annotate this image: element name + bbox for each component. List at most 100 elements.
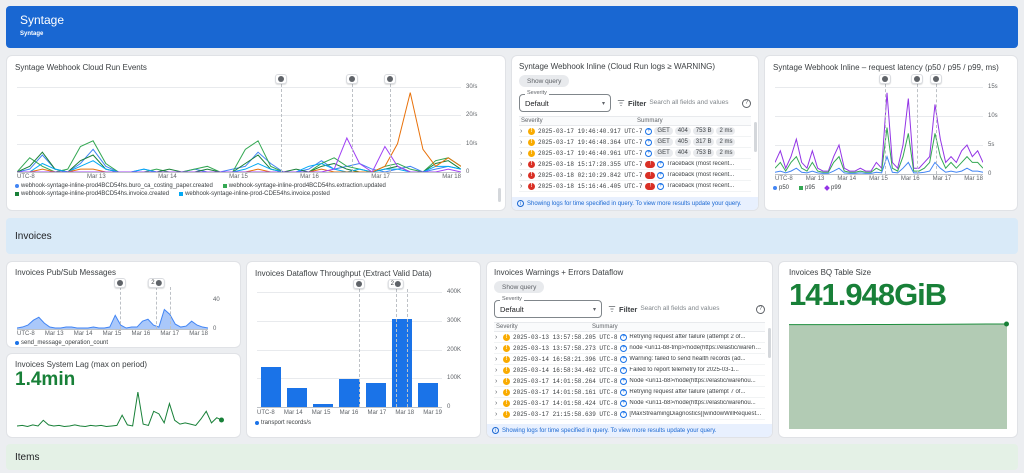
expand-chevron-icon[interactable]: › — [520, 172, 525, 179]
legend-item[interactable]: transport records/s — [255, 420, 311, 426]
info-icon: i — [517, 200, 524, 207]
expand-plus-icon[interactable]: + — [645, 127, 653, 135]
bar[interactable] — [417, 382, 438, 407]
event-marker-badge[interactable] — [930, 74, 943, 84]
expand-plus-icon[interactable]: + — [645, 149, 653, 157]
expand-chevron-icon[interactable]: › — [495, 345, 500, 352]
log-row[interactable]: ›! 2025-03-14 16:58:34.462 UTC-8 + Failed t… — [494, 365, 765, 376]
event-marker-badge[interactable]: 2 — [387, 279, 404, 289]
bar[interactable] — [365, 382, 386, 407]
section-header-items[interactable]: Items — [6, 444, 1018, 470]
log-row[interactable]: ›! 2025-03-17 21:15:58.639 UTC-8 + [MaxStre… — [494, 409, 765, 420]
severity-select[interactable]: Severity Default ▾ — [519, 90, 611, 112]
log-row[interactable]: ›! 2025-03-18 15:16:46.405 UTC-7! + Traceba… — [519, 181, 751, 192]
logs-scrollbar[interactable] — [754, 122, 757, 152]
legend-item[interactable]: p50 — [773, 185, 789, 191]
expand-plus-icon[interactable]: + — [657, 160, 665, 168]
bar[interactable] — [261, 367, 282, 407]
bar[interactable] — [313, 403, 334, 407]
expand-chevron-icon[interactable]: › — [495, 400, 500, 407]
expand-plus-icon[interactable]: + — [620, 344, 628, 352]
expand-chevron-icon[interactable]: › — [495, 356, 500, 363]
expand-chevron-icon[interactable]: › — [520, 139, 525, 146]
legend-label: p95 — [805, 185, 816, 191]
event-marker-badge[interactable] — [352, 279, 365, 289]
expand-chevron-icon[interactable]: › — [495, 389, 500, 396]
expand-plus-icon[interactable]: + — [620, 366, 628, 374]
log-row[interactable]: ›! 2025-03-17 19:46:40.917 UTC-7 + GET 404 75… — [519, 126, 751, 137]
legend-item[interactable]: webhook-syntage-inline-prod4BCD54hs.invo… — [15, 191, 169, 197]
expand-chevron-icon[interactable]: › — [520, 150, 525, 157]
event-marker-line — [406, 289, 408, 407]
event-marker-badge[interactable] — [911, 74, 924, 84]
expand-plus-icon[interactable]: + — [620, 399, 628, 407]
log-row[interactable]: ›! 2025-03-17 19:46:48.364 UTC-7 + GET 405 31… — [519, 137, 751, 148]
search-input[interactable]: Search all fields and values — [649, 99, 739, 107]
legend-item[interactable]: webhook-syntage-inline-prod-CDE54hs.invo… — [179, 191, 330, 197]
log-row[interactable]: ›! 2025-03-13 13:57:58.205 UTC-8 + Retrying… — [494, 332, 765, 343]
log-row[interactable]: ›! 2025-03-17 14:01:58.264 UTC-8 + Node <ur… — [494, 376, 765, 387]
x-axis-tick-label: Mar 19 — [423, 410, 442, 416]
legend-scrollbar[interactable] — [498, 188, 501, 202]
bar[interactable] — [391, 319, 412, 407]
expand-plus-icon[interactable]: + — [620, 333, 628, 341]
expand-plus-icon[interactable]: + — [645, 138, 653, 146]
event-marker-badge[interactable]: 2 — [148, 278, 165, 288]
log-row[interactable]: ›! 2025-03-18 02:10:29.842 UTC-7! + Traceba… — [519, 170, 751, 181]
expand-chevron-icon[interactable]: › — [495, 334, 500, 341]
expand-chevron-icon[interactable]: › — [495, 411, 500, 418]
log-row[interactable]: ›! 2025-03-17 14:01:58.161 UTC-8 + Retrying… — [494, 387, 765, 398]
expand-chevron-icon[interactable]: › — [520, 183, 525, 190]
event-dot-icon — [349, 76, 356, 82]
log-row[interactable]: ›! 2025-03-17 14:01:58.424 UTC-8 + Node <ur… — [494, 398, 765, 409]
expand-plus-icon[interactable]: + — [620, 355, 628, 363]
legend-item[interactable]: send_message_operation_count — [15, 340, 108, 346]
legend-item[interactable]: p95 — [799, 185, 815, 191]
cloud-run-events-chart[interactable]: 30/s 20/s 10/s 0 — [17, 74, 477, 175]
log-row[interactable]: ›! 2025-03-14 16:58:21.396 UTC-8 + Warning:… — [494, 354, 765, 365]
event-marker-badge[interactable] — [879, 74, 892, 84]
expand-chevron-icon[interactable]: › — [495, 367, 500, 374]
expand-plus-icon[interactable]: + — [657, 171, 665, 179]
log-chip: GET — [654, 138, 673, 146]
log-row[interactable]: ›! 2025-03-18 15:17:28.355 UTC-7! + Traceba… — [519, 159, 751, 170]
throughput-bar-chart[interactable]: 400K 300K 200K 100K 0 2 — [257, 279, 461, 410]
bar[interactable] — [287, 388, 308, 407]
system-lag-sparkline[interactable] — [17, 392, 224, 428]
show-query-button[interactable]: Show query — [494, 281, 545, 293]
help-icon[interactable]: ? — [756, 304, 765, 314]
event-marker-badge[interactable] — [275, 74, 288, 84]
severity-select[interactable]: Severity Default ▾ — [494, 296, 602, 318]
search-input[interactable]: Search all fields and values — [640, 305, 753, 313]
logs-scrollbar[interactable] — [768, 328, 771, 358]
chart-legend: webhook-syntage-inline-prod4BCD54hs.buro… — [15, 183, 497, 197]
expand-chevron-icon[interactable]: › — [520, 161, 525, 168]
panel-title: Syntage Webhook Inline (Cloud Run logs ≥… — [519, 62, 716, 71]
panel-title: Invoices Warnings + Errors Dataflow — [494, 268, 624, 277]
log-row[interactable]: ›! 2025-03-17 19:46:40.961 UTC-7 + GET 404 75… — [519, 148, 751, 159]
expand-plus-icon[interactable]: + — [620, 377, 628, 385]
show-query-button[interactable]: Show query — [519, 75, 570, 87]
expand-plus-icon[interactable]: + — [620, 388, 628, 396]
bq-size-area-chart[interactable] — [789, 318, 1009, 429]
log-row[interactable]: ›! 2025-03-13 13:57:58.273 UTC-8 + node <ur… — [494, 343, 765, 354]
expand-plus-icon[interactable]: + — [657, 182, 665, 190]
event-marker-badge[interactable] — [114, 278, 127, 288]
expand-plus-icon[interactable]: + — [620, 410, 628, 418]
expand-chevron-icon[interactable]: › — [520, 128, 525, 135]
pubsub-chart[interactable]: 40 0 2 — [17, 278, 220, 332]
y-axis-tick-label: 5s — [988, 142, 995, 149]
event-marker-badge[interactable] — [383, 74, 396, 84]
latency-chart[interactable]: 15s 10s 5s 0 — [775, 74, 998, 177]
expand-chevron-icon[interactable]: › — [495, 378, 500, 385]
legend-item[interactable]: webhook-syntage-inline-prod4BCD54hs.buro… — [15, 183, 213, 189]
help-icon[interactable]: ? — [742, 98, 751, 108]
error-icon: ! — [528, 182, 535, 190]
event-marker-badge[interactable] — [346, 74, 359, 84]
error-icon: ! — [528, 171, 535, 179]
bar[interactable] — [339, 378, 360, 407]
legend-item[interactable]: webhook-syntage-inline-prod4BCD54hs.extr… — [222, 183, 386, 189]
logs-table-header: Severity Summary — [519, 116, 751, 126]
legend-item[interactable]: p99 — [824, 185, 841, 191]
section-header-invoices[interactable]: Invoices — [6, 218, 1018, 254]
